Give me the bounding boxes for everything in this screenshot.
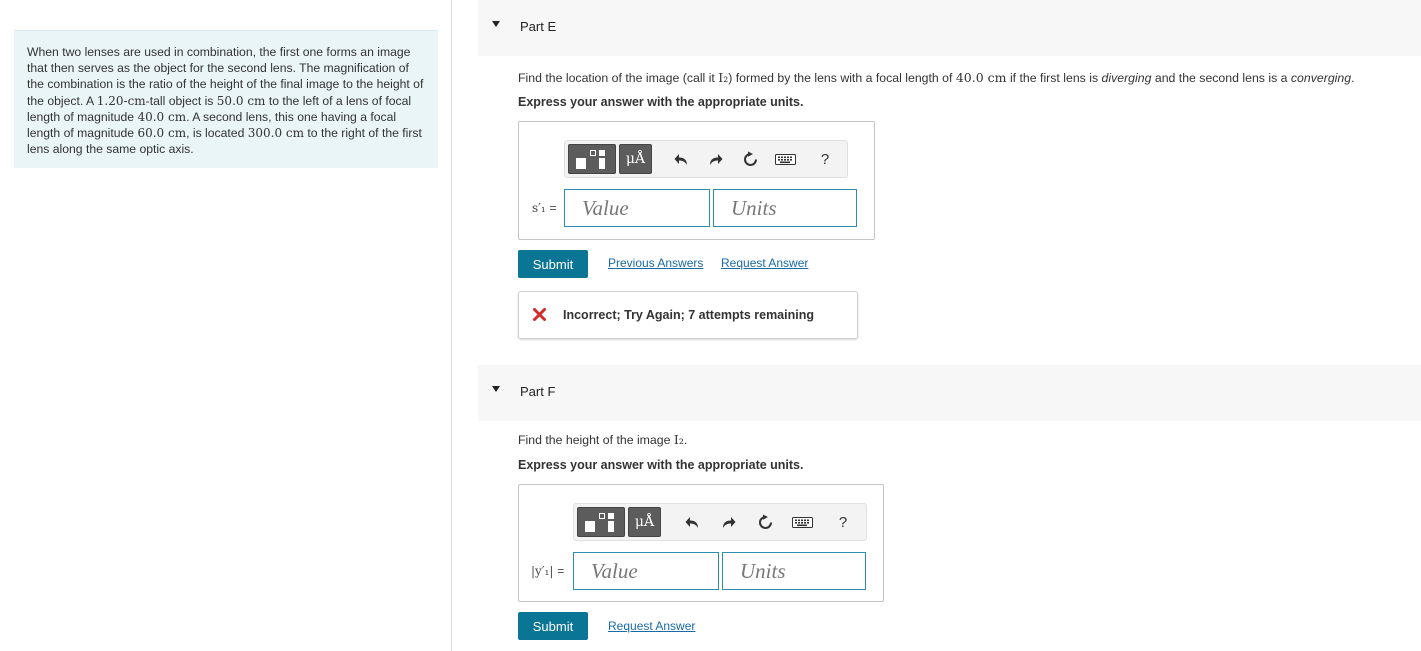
part-e-question: Find the location of the image (call it … (518, 70, 1355, 85)
part-e-instruction: Express your answer with the appropriate… (518, 95, 804, 109)
mastering-page: When two lenses are used in combination,… (0, 0, 1421, 651)
undo-icon[interactable] (680, 504, 704, 540)
part-f-header[interactable]: Part F (478, 365, 1421, 421)
units-button[interactable]: μÅ (628, 507, 661, 537)
part-e-submit-button[interactable]: Submit (518, 250, 588, 278)
templates-button[interactable] (577, 507, 625, 537)
help-icon[interactable]: ? (828, 504, 858, 540)
previous-answers-link[interactable]: Previous Answers (608, 256, 703, 270)
focal-length-1: 40.0 cm (137, 109, 187, 124)
focal-length-2: 60.0 cm (137, 126, 187, 141)
object-distance: 50.0 cm (216, 93, 266, 108)
feedback-text: Incorrect; Try Again; 7 attempts remaini… (563, 308, 814, 322)
focal-length-value: 40.0 cm (955, 70, 1007, 85)
collapse-caret-icon[interactable] (492, 386, 500, 392)
part-f-toolbar: μÅ ? (573, 503, 867, 541)
help-icon[interactable]: ? (810, 141, 840, 177)
part-e-toolbar: μÅ ? (564, 140, 848, 178)
keyboard-icon[interactable] (787, 504, 817, 540)
part-f-instruction: Express your answer with the appropriate… (518, 458, 804, 472)
part-f-submit-button[interactable]: Submit (518, 612, 588, 640)
image-symbol: I₂ (718, 70, 729, 85)
collapse-caret-icon[interactable] (492, 21, 500, 27)
lens-separation: 300.0 cm (247, 126, 305, 141)
column-divider (451, 0, 452, 651)
part-e-header[interactable]: Part E (478, 0, 1421, 56)
templates-button[interactable] (568, 144, 616, 174)
value-input[interactable] (564, 189, 710, 227)
units-input[interactable] (713, 189, 857, 227)
part-f-answer-box: μÅ ? |y′₁| = (518, 484, 884, 602)
part-e-title: Part E (520, 19, 557, 34)
part-f-question: Find the height of the image I₂. (518, 432, 688, 447)
redo-icon[interactable] (703, 141, 727, 177)
part-e-variable-label: s′₁ = (532, 201, 557, 215)
value-input[interactable] (573, 552, 719, 590)
part-f-title: Part F (520, 384, 556, 399)
redo-icon[interactable] (716, 504, 740, 540)
units-input[interactable] (722, 552, 866, 590)
part-e-request-answer-link[interactable]: Request Answer (721, 256, 808, 270)
units-button[interactable]: μÅ (619, 144, 652, 174)
object-height: 1.20-cm (96, 93, 146, 108)
incorrect-feedback: Incorrect; Try Again; 7 attempts remaini… (518, 291, 858, 339)
error-x-icon (533, 308, 546, 326)
part-e-answer-box: μÅ ? s′₁ = (518, 121, 875, 240)
part-f-variable-label: |y′₁| = (531, 564, 565, 578)
image-symbol: I₂ (673, 432, 684, 447)
reset-icon[interactable] (752, 504, 778, 540)
part-f-request-answer-link[interactable]: Request Answer (608, 619, 695, 633)
reset-icon[interactable] (737, 141, 763, 177)
problem-statement: When two lenses are used in combination,… (14, 30, 438, 168)
keyboard-icon[interactable] (770, 141, 800, 177)
undo-icon[interactable] (669, 141, 693, 177)
